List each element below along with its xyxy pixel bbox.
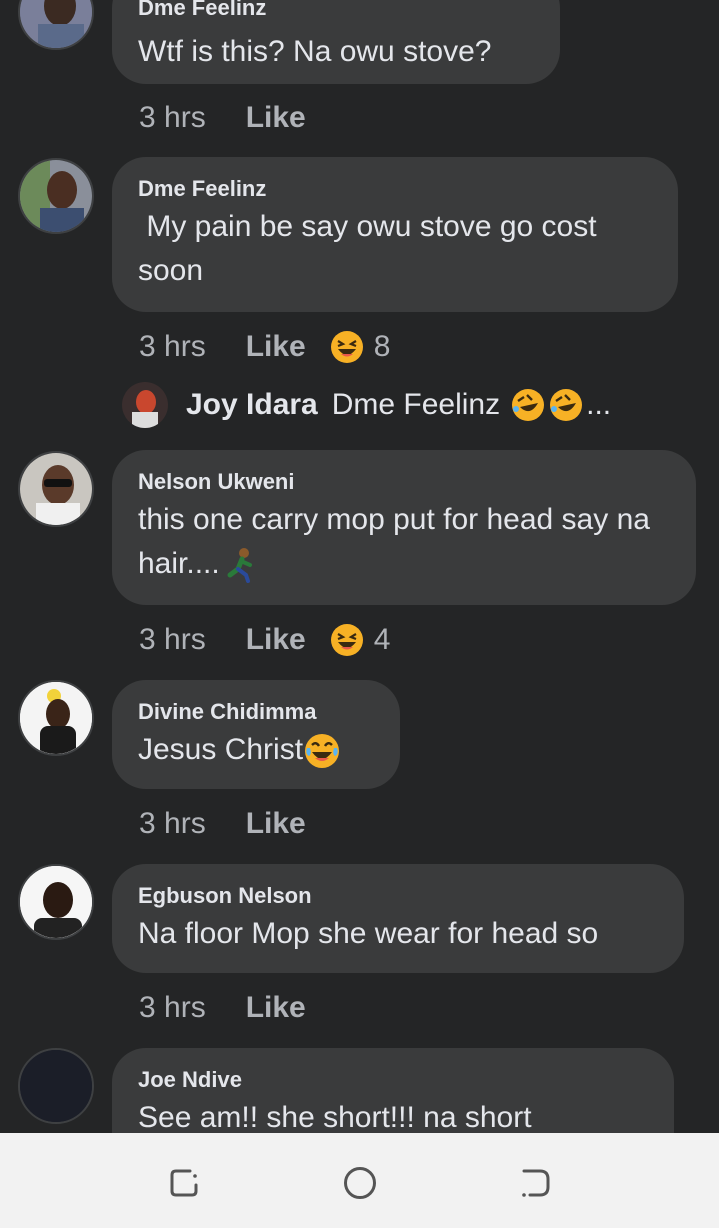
avatar[interactable] [18,0,94,50]
comment-time[interactable]: 3 hrs [139,991,206,1025]
comment-text: My pain be say owu stove go cost soon [138,210,605,287]
avatar-photo-icon [20,453,92,525]
avatar-photo-icon [20,682,92,754]
comment-time[interactable]: 3 hrs [139,807,206,841]
avatar[interactable] [18,451,94,527]
comment-bubble[interactable]: Egbuson Nelson Na floor Mop she wear for… [112,864,684,973]
like-button[interactable]: Like [246,807,306,841]
comment-actions: 3 hrs Like [139,988,306,1028]
comment-actions: 3 hrs Like 8 [139,327,390,367]
like-button[interactable]: Like [246,991,306,1025]
comment-feed[interactable]: Dme Feelinz Wtf is this? Na owu stove? 3… [0,0,719,1133]
reply-ellipsis: ... [586,388,612,421]
reaction-summary[interactable]: 8 [330,330,391,364]
laughing-face-icon [330,331,363,363]
home-icon [344,1167,376,1199]
recent-apps-icon [170,1169,198,1197]
comment-actions: 3 hrs Like [139,98,306,138]
reaction-summary[interactable]: 4 [330,623,391,657]
reply-avatar[interactable] [122,382,168,428]
comment-text: Wtf is this? Na owu stove? [138,35,492,68]
recent-apps-button[interactable] [166,1165,202,1201]
comment-text: this one carry mop put for head say na h… [138,503,650,580]
reply-text: Dme Feelinz [331,388,501,421]
system-navigation-bar [0,1133,719,1228]
reply-preview[interactable]: Joy Idara Dme Feelinz ... [122,380,611,430]
comment-actions: 3 hrs Like 4 [139,620,390,660]
tears-of-joy-icon [305,734,340,769]
comment-author[interactable]: Dme Feelinz [138,0,534,22]
running-man-icon [227,548,252,584]
comment-text-line: this one carry mop put for head say na h… [138,498,670,586]
comment-text: See am!! she short!!! na short [138,1101,532,1133]
avatar[interactable] [18,1048,94,1124]
comment-actions: 3 hrs Like [139,804,306,844]
comment-time[interactable]: 3 hrs [139,101,206,135]
avatar-photo-icon [20,1050,92,1122]
like-button[interactable]: Like [246,330,306,364]
avatar-photo-icon [20,0,92,48]
comment-text: Na floor Mop she wear for head so [138,917,599,950]
reaction-count: 4 [373,623,391,656]
reply-author[interactable]: Joy Idara [186,388,318,422]
comment-bubble[interactable]: Joe Ndive See am!! she short!!! na short [112,1048,674,1133]
comment-bubble[interactable]: Divine Chidimma Jesus Christ [112,680,400,789]
avatar[interactable] [18,680,94,756]
comment-text: Jesus Christ [138,733,304,766]
avatar[interactable] [18,158,94,234]
like-button[interactable]: Like [246,623,306,657]
avatar[interactable] [18,864,94,940]
comment-author[interactable]: Egbuson Nelson [138,882,658,910]
like-button[interactable]: Like [246,101,306,135]
reaction-count: 8 [373,330,391,363]
comment-bubble[interactable]: Dme Feelinz My pain be say owu stove go … [112,157,678,312]
comment-author[interactable]: Divine Chidimma [138,698,374,726]
avatar-photo-icon [20,866,92,938]
rolling-laughing-icon [512,389,545,421]
comment-bubble[interactable]: Dme Feelinz Wtf is this? Na owu stove? [112,0,560,84]
avatar-photo-icon [20,160,92,232]
back-button[interactable] [518,1165,554,1201]
comment-text-line: Jesus Christ [138,728,374,772]
rolling-laughing-icon [550,389,583,421]
comment-bubble[interactable]: Nelson Ukweni this one carry mop put for… [112,450,696,605]
comment-author[interactable]: Dme Feelinz [138,175,652,203]
comment-author[interactable]: Joe Ndive [138,1066,648,1094]
laughing-face-icon [330,624,363,656]
comment-time[interactable]: 3 hrs [139,623,206,657]
comment-author[interactable]: Nelson Ukweni [138,468,670,496]
home-button[interactable] [342,1165,378,1201]
avatar-photo-icon [122,382,168,428]
back-icon [522,1169,550,1197]
comment-time[interactable]: 3 hrs [139,330,206,364]
